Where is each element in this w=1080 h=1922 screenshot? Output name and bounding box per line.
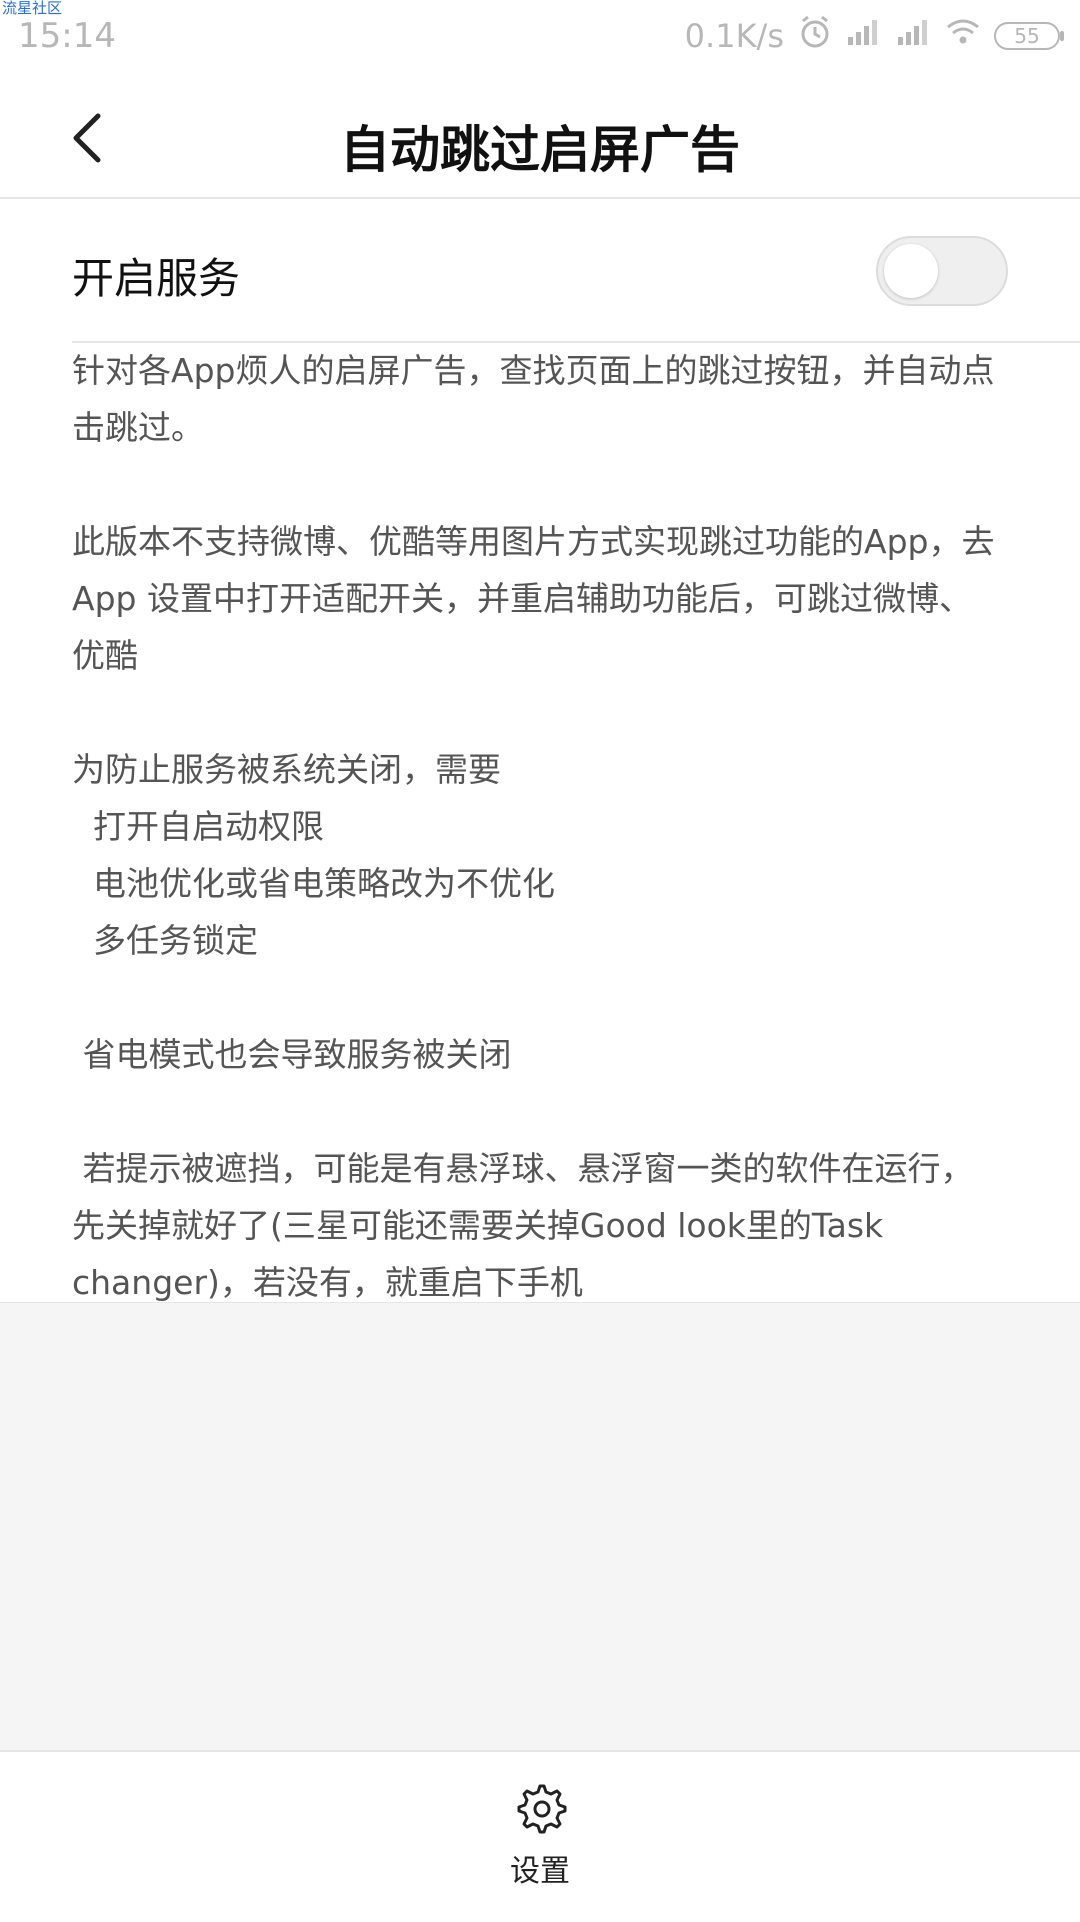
status-time: 15:14 xyxy=(18,16,116,56)
signal-icon xyxy=(846,17,882,55)
description-line-1: 针对各App烦人的启屏广告，查找页面上的跳过按钮，并自动点击跳过。 xyxy=(72,351,995,447)
description-line-8: 若提示被遮挡，可能是有悬浮球、悬浮窗一类的软件在运行，先关掉就好了(三星可能还需… xyxy=(72,1149,974,1302)
wifi-icon xyxy=(946,17,980,55)
network-speed: 0.1K/s xyxy=(684,17,784,55)
alarm-icon xyxy=(798,15,832,57)
toggle-knob xyxy=(884,244,938,298)
description-line-3: 为防止服务被系统关闭，需要 xyxy=(72,750,501,789)
gear-icon xyxy=(517,1784,567,1834)
empty-area xyxy=(0,1302,1080,1751)
status-icons: 0.1K/s 55 xyxy=(684,15,1064,57)
description-line-2: 此版本不支持微博、优酷等用图片方式实现跳过功能的App，去App 设置中打开适配… xyxy=(72,522,995,675)
service-toggle[interactable] xyxy=(876,236,1008,306)
bottom-bar: 设置 xyxy=(0,1750,1080,1922)
description-line-7: 省电模式也会导致服务被关闭 xyxy=(72,1035,512,1074)
service-label: 开启服务 xyxy=(72,254,241,303)
battery-level: 55 xyxy=(1014,24,1040,48)
description-text: 针对各App烦人的启屏广告，查找页面上的跳过按钮，并自动点击跳过。 此版本不支持… xyxy=(72,342,1002,1302)
description-line-5: 电池优化或省电策略改为不优化 xyxy=(72,864,555,903)
battery-icon: 55 xyxy=(994,22,1064,50)
signal-icon-2 xyxy=(896,17,932,55)
settings-label: 设置 xyxy=(510,1854,570,1889)
status-bar: 15:14 0.1K/s 55 xyxy=(0,0,1080,75)
page-title: 自动跳过启屏广告 xyxy=(340,121,740,179)
description-line-4: 打开自启动权限 xyxy=(72,807,324,846)
settings-button[interactable]: 设置 xyxy=(480,1780,600,1900)
description-line-6: 多任务锁定 xyxy=(72,921,258,960)
service-row: 开启服务 xyxy=(0,199,1080,342)
app-header: 自动跳过启屏广告 xyxy=(0,80,1080,199)
